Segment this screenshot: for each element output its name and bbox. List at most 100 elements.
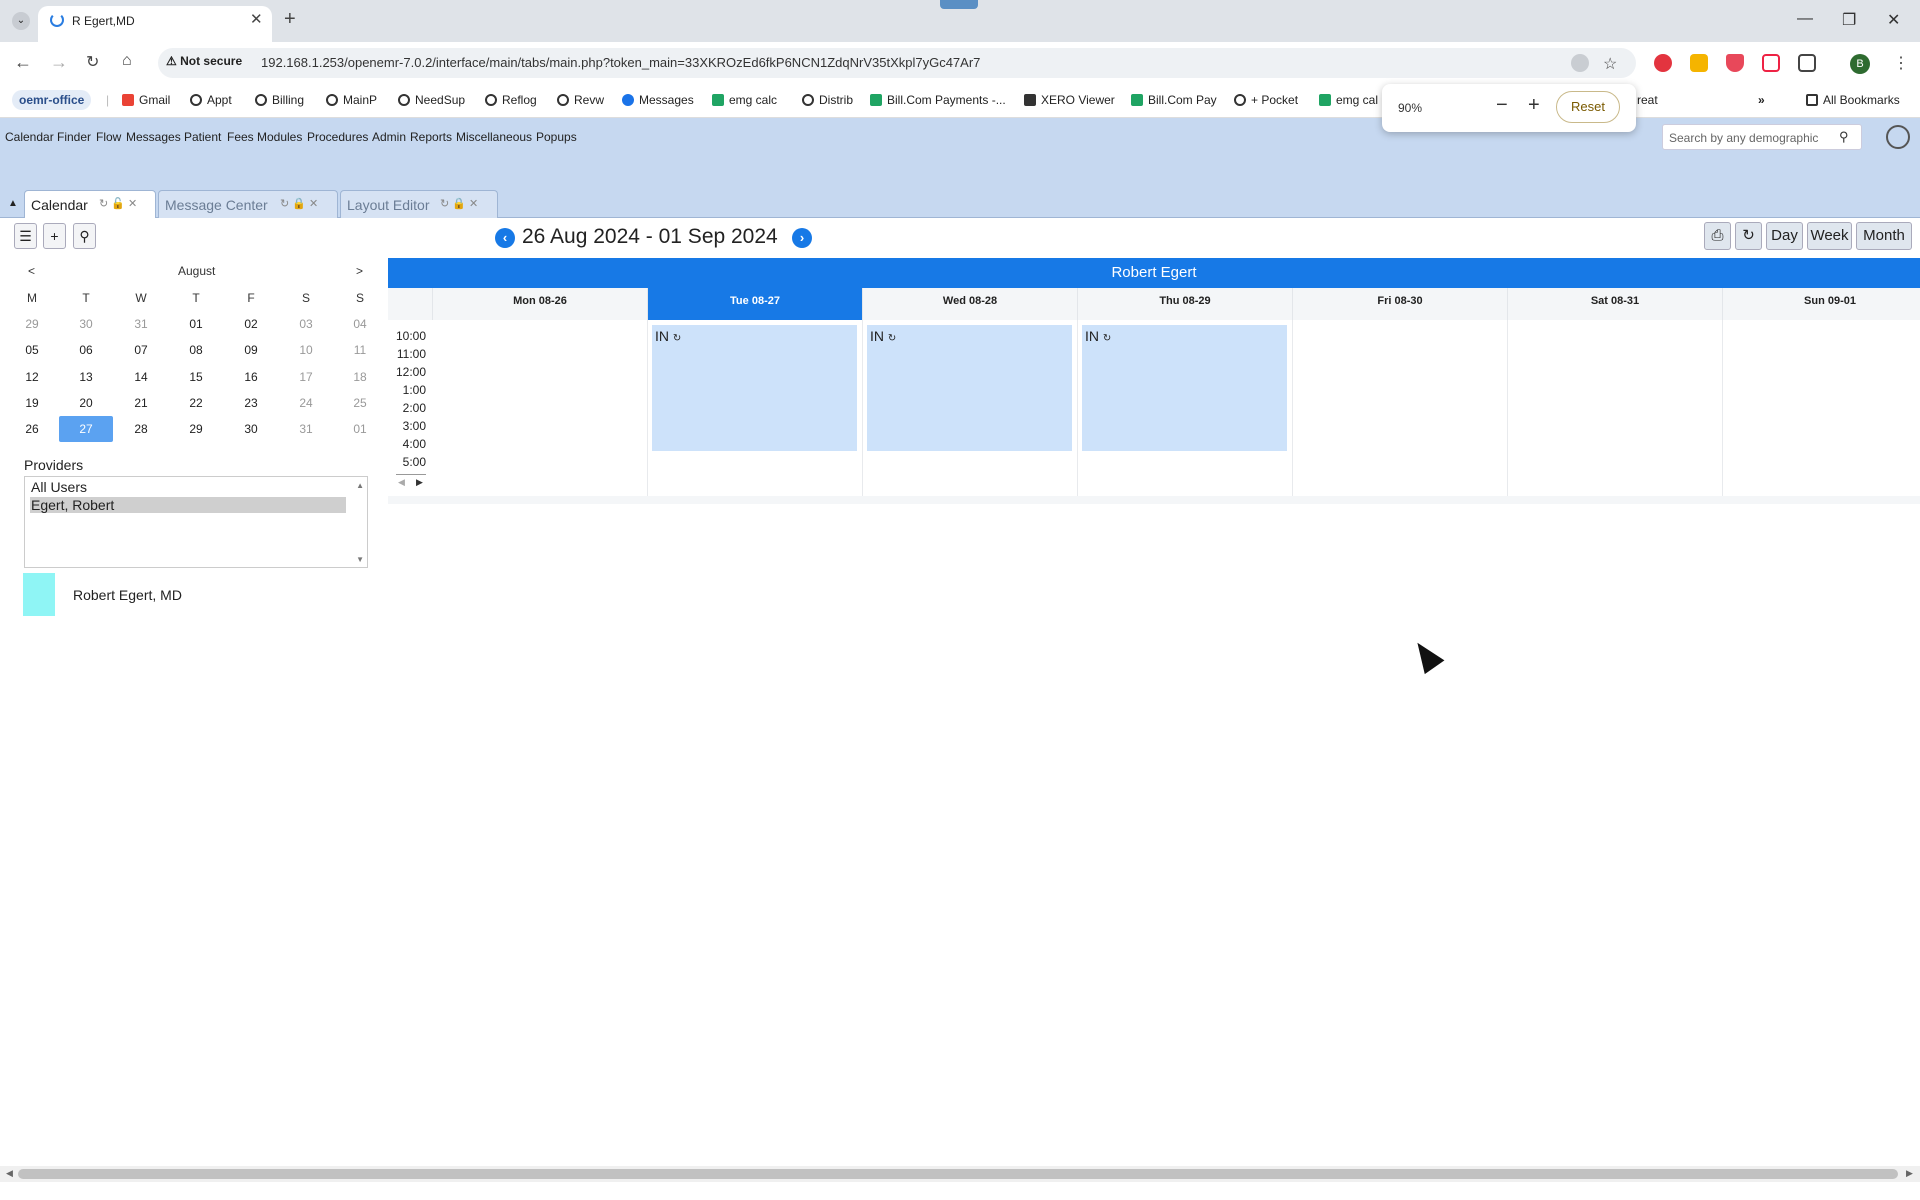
adblock-icon[interactable] (1654, 54, 1672, 72)
mini-day-cell[interactable]: 28 (114, 416, 168, 442)
mini-day-cell[interactable]: 17 (279, 364, 333, 390)
bookmark-needsup[interactable]: NeedSup (398, 93, 465, 107)
mini-day-cell[interactable]: 23 (224, 390, 278, 416)
zoom-reset-button[interactable]: Reset (1556, 91, 1620, 123)
mini-day-cell[interactable]: 29 (5, 311, 59, 337)
print-button[interactable]: ⎙ (1704, 222, 1731, 250)
pocket-icon[interactable] (1726, 54, 1744, 72)
day-column-header[interactable]: Sat 08-31 (1508, 288, 1723, 320)
menu-admin[interactable]: Admin (372, 130, 406, 144)
mini-day-cell[interactable]: 25 (333, 390, 387, 416)
profile-avatar[interactable]: B (1850, 54, 1870, 74)
mini-day-cell[interactable]: 06 (59, 337, 113, 363)
day-column[interactable] (1293, 320, 1508, 496)
new-tab-button[interactable]: + (284, 8, 296, 31)
bookmark-gmail[interactable]: Gmail (122, 93, 170, 107)
tab-search-button[interactable]: ⌄ (12, 12, 30, 30)
day-column[interactable] (433, 320, 648, 496)
scroll-right-arrow-icon[interactable]: ▶ (1906, 1168, 1913, 1179)
back-button[interactable]: ← (14, 52, 32, 73)
close-window-button[interactable]: ✕ (1887, 10, 1900, 30)
mini-day-cell[interactable]: 31 (279, 416, 333, 442)
day-column-header[interactable]: Wed 08-28 (863, 288, 1078, 320)
bookmark-oemr-office[interactable]: oemr-office (12, 90, 92, 110)
day-view-button[interactable]: Day (1766, 222, 1803, 250)
extension-yellow-icon[interactable] (1690, 54, 1708, 72)
user-avatar-icon[interactable] (1886, 125, 1910, 149)
bookmark-reflog[interactable]: Reflog (485, 93, 537, 107)
provider-option-selected[interactable]: Egert, Robert (30, 497, 346, 513)
menu-messages[interactable]: Messages (126, 130, 181, 144)
mini-next-month[interactable]: > (356, 264, 363, 278)
close-tab-icon[interactable]: ✕ (250, 10, 263, 28)
close-icon[interactable]: ✕ (309, 198, 318, 210)
lock-icon[interactable]: 🔒 (292, 198, 306, 210)
bookmark-pocket[interactable]: + Pocket (1234, 93, 1298, 107)
mini-day-cell[interactable]: 24 (279, 390, 333, 416)
search-appointments-button[interactable]: ⚲ (73, 223, 96, 249)
mini-day-cell[interactable]: 30 (224, 416, 278, 442)
bookmark-reat[interactable]: reat (1637, 93, 1658, 107)
scroll-right-icon[interactable]: ▶ (416, 477, 423, 488)
mini-prev-month[interactable]: < (28, 264, 35, 278)
scroll-down-icon[interactable]: ▼ (356, 555, 364, 564)
menu-miscellaneous[interactable]: Miscellaneous (456, 130, 532, 144)
day-column[interactable] (1723, 320, 1920, 496)
mini-day-cell[interactable]: 10 (279, 337, 333, 363)
url-text[interactable]: 192.168.1.253/openemr-7.0.2/interface/ma… (261, 55, 980, 70)
minimize-button[interactable]: — (1797, 10, 1813, 28)
mini-day-cell[interactable]: 01 (169, 311, 223, 337)
zoom-out-button[interactable]: − (1496, 94, 1508, 117)
mini-day-cell[interactable]: 07 (114, 337, 168, 363)
bookmark-billcom-pay[interactable]: Bill.Com Pay (1131, 93, 1217, 107)
mini-day-cell[interactable]: 20 (59, 390, 113, 416)
day-column[interactable] (1508, 320, 1723, 496)
menu-patient[interactable]: Patient (184, 130, 221, 144)
pull-down-handle[interactable] (940, 0, 978, 9)
lock-icon[interactable]: 🔒 (452, 198, 466, 210)
bookmark-xero-viewer[interactable]: XERO Viewer (1024, 93, 1115, 107)
browser-menu-icon[interactable]: ⋮ (1893, 53, 1909, 73)
mini-day-cell[interactable]: 04 (333, 311, 387, 337)
month-view-button[interactable]: Month (1856, 222, 1912, 250)
bookmark-emg-calc[interactable]: emg calc (712, 93, 777, 107)
mini-day-cell[interactable]: 21 (114, 390, 168, 416)
tab-calendar[interactable]: Calendar ↻ 🔓 ✕ (24, 190, 156, 218)
scroll-left-arrow-icon[interactable]: ◀ (6, 1168, 13, 1179)
add-appointment-button[interactable]: + (43, 223, 66, 249)
menu-procedures[interactable]: Procedures (307, 130, 368, 144)
close-icon[interactable]: ✕ (469, 198, 478, 210)
tab-layout-editor[interactable]: Layout Editor ↻ 🔒 ✕ (340, 190, 498, 218)
all-bookmarks[interactable]: All Bookmarks (1806, 93, 1900, 107)
menu-flow[interactable]: Flow (96, 130, 121, 144)
zoom-icon[interactable] (1571, 54, 1589, 72)
mini-day-cell[interactable]: 11 (333, 337, 387, 363)
mini-day-cell[interactable]: 14 (114, 364, 168, 390)
week-view-button[interactable]: Week (1807, 222, 1852, 250)
bookmark-billcom-payments[interactable]: Bill.Com Payments -... (870, 93, 1006, 107)
mini-day-cell[interactable]: 01 (333, 416, 387, 442)
mini-day-cell[interactable]: 13 (59, 364, 113, 390)
scrollbar-thumb[interactable] (18, 1169, 1898, 1179)
security-indicator[interactable]: ⚠ Not secure (166, 54, 242, 68)
mini-day-cell[interactable]: 31 (114, 311, 168, 337)
appointment-event[interactable]: IN ↻ (652, 325, 857, 451)
day-column-header[interactable]: Fri 08-30 (1293, 288, 1508, 320)
provider-listbox[interactable]: All Users Egert, Robert ▲ ▼ (24, 476, 368, 568)
collapse-caret-icon[interactable]: ▲ (8, 198, 18, 209)
mini-day-cell[interactable]: 12 (5, 364, 59, 390)
mini-day-cell[interactable]: 22 (169, 390, 223, 416)
mini-day-cell[interactable]: 15 (169, 364, 223, 390)
mini-day-cell[interactable]: 05 (5, 337, 59, 363)
appointment-event[interactable]: IN ↻ (867, 325, 1072, 451)
search-icon[interactable]: ⚲ (1839, 129, 1849, 145)
refresh-icon[interactable]: ↻ (440, 198, 449, 210)
mini-day-cell[interactable]: 09 (224, 337, 278, 363)
lock-icon[interactable]: 🔓 (111, 198, 125, 210)
bookmarks-overflow-icon[interactable]: » (1758, 93, 1765, 107)
bookmark-revw[interactable]: Revw (557, 93, 604, 107)
mini-day-cell[interactable]: 26 (5, 416, 59, 442)
day-column-header[interactable]: Sun 09-01 (1723, 288, 1920, 320)
zoom-in-button[interactable]: + (1528, 94, 1540, 117)
mini-day-cell[interactable]: 16 (224, 364, 278, 390)
